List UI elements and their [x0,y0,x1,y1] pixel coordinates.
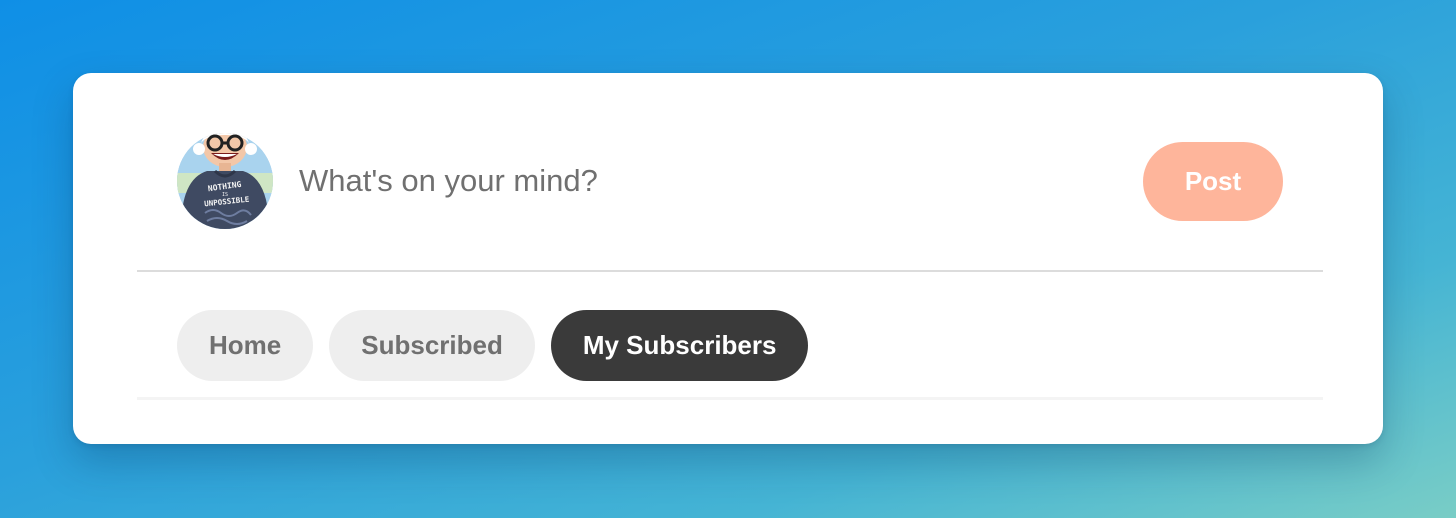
post-composer-card: NOTHING IS UNPOSSIBLE Post Home Subscrib… [73,73,1383,444]
divider [137,397,1323,400]
post-text-input[interactable] [299,155,1099,207]
tab-home[interactable]: Home [177,310,314,381]
avatar[interactable]: NOTHING IS UNPOSSIBLE [177,133,273,229]
composer-row: NOTHING IS UNPOSSIBLE Post [137,73,1323,272]
tab-subscribed[interactable]: Subscribed [329,310,535,381]
avatar-image: NOTHING IS UNPOSSIBLE [177,133,273,229]
tab-my-subscribers[interactable]: My Subscribers [550,310,809,381]
post-button[interactable]: Post [1143,142,1283,221]
feed-tabs: Home Subscribed My Subscribers [177,310,809,381]
